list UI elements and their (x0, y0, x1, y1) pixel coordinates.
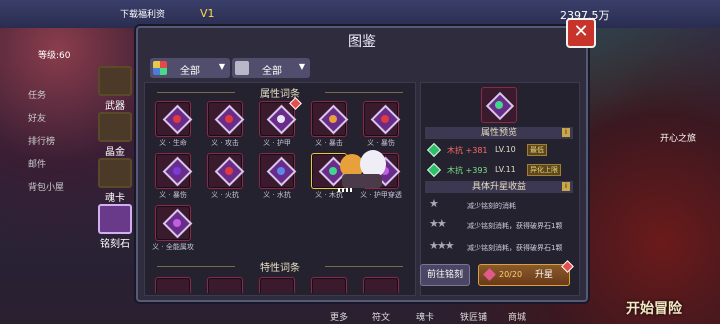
info-icon[interactable]: i (562, 128, 570, 137)
close-button[interactable]: ✕ (566, 18, 596, 48)
upgrade-count: 20/20 (499, 270, 523, 279)
attr-section-header: 属性词条 (145, 85, 415, 100)
inscription-icon (98, 204, 132, 234)
left-item-mail[interactable]: 邮件 (28, 157, 88, 180)
income-header: 具体升星收益 i (425, 181, 573, 193)
info-icon[interactable]: i (562, 182, 570, 191)
left-menu: 任务 好友 排行榜 邮件 背包小屋 (28, 88, 88, 203)
grid-color-icon (153, 61, 167, 75)
attr-item[interactable]: 义 · 护甲 (255, 97, 302, 151)
left-item-task[interactable]: 任务 (28, 88, 88, 111)
side-tab-card[interactable]: 魂卡 (98, 158, 132, 204)
filter-dropdown-2[interactable]: 全部 ▼ (232, 58, 310, 78)
trait-item[interactable] (307, 277, 351, 293)
preview-row: 木抗 +381 LV.10 最低 (426, 142, 573, 158)
left-item-house[interactable]: 背包小屋 (28, 180, 88, 203)
selected-entry-icon (481, 87, 517, 123)
trait-item[interactable] (151, 277, 195, 293)
preview-row: 木抗 +393 LV.11 异化上限 (426, 162, 573, 178)
attr-item-label: 义 · 护甲 (263, 139, 291, 147)
chevron-down-icon: ▼ (298, 62, 305, 71)
star-icon: ★★ (429, 217, 447, 230)
nav-card[interactable]: 魂卡 (416, 310, 434, 323)
star-row-2: ★★ 减少铭刻消耗，获得破界石1颗 (429, 217, 563, 230)
side-tab-gold[interactable]: 晶金 (98, 112, 132, 158)
left-item-rank[interactable]: 排行榜 (28, 134, 88, 157)
go-inscribe-button[interactable]: 前往铭刻 (420, 264, 470, 286)
nav-more[interactable]: 更多 (330, 310, 348, 323)
character-sprites (330, 142, 392, 198)
trait-item[interactable] (359, 277, 403, 293)
dialog-title: 图鉴 (348, 34, 376, 50)
start-adventure-button[interactable]: 开始冒险 (626, 298, 682, 318)
attr-item[interactable]: 义 · 全能属攻 (151, 205, 195, 255)
nav-rune[interactable]: 符文 (372, 310, 390, 323)
wardrobe-icon (235, 61, 249, 75)
player-level: 等级:60 (38, 51, 71, 61)
side-tab-weapon[interactable]: 武器 (98, 66, 132, 112)
side-tab-inscription[interactable]: 铭刻石 (98, 204, 132, 250)
wood-gem-icon (426, 162, 442, 178)
attr-item[interactable]: 义 · 水抗 (255, 153, 299, 203)
top-resource-bar: 下载福利资 V1 2397.5万 (0, 0, 720, 28)
chevron-down-icon: ▼ (218, 62, 225, 71)
upgrade-star-button[interactable]: 20/20 升星 (478, 260, 574, 286)
star-row-1: ★ 减少铭刻的消耗 (429, 197, 516, 210)
preview-header: 属性预览 i (425, 127, 573, 139)
card-icon (98, 158, 132, 188)
attr-item-label: 义 · 攻击 (211, 139, 239, 147)
weapon-icon (98, 66, 132, 96)
attr-item[interactable]: 义 · 火抗 (203, 153, 247, 203)
nav-shop[interactable]: 商城 (508, 310, 526, 323)
bottom-nav: 更多 符文 魂卡 铁匠铺 商城 (300, 308, 580, 324)
attr-item-label: 义 · 生命 (159, 139, 187, 147)
trait-section-header: 特性词条 (145, 259, 415, 274)
top-text-1: 下载福利资 (120, 10, 166, 20)
filter-dropdown-1[interactable]: 全部 ▼ (150, 58, 230, 78)
star-icon: ★★★ (429, 239, 455, 252)
attr-item[interactable]: 义 · 暴伤 (151, 153, 195, 203)
gem-cost-icon (483, 268, 496, 281)
wood-gem-icon (426, 142, 442, 158)
vip-level: V1 (200, 7, 215, 20)
attr-item-label: 义 · 水抗 (263, 191, 291, 199)
star-icon: ★ (429, 197, 439, 210)
trait-item[interactable] (203, 277, 247, 293)
attr-item-label: 义 · 火抗 (211, 191, 239, 199)
gold-icon (98, 112, 132, 142)
trait-item[interactable] (255, 277, 299, 293)
codex-dialog: 图鉴 全部 ▼ 全部 ▼ 属性词条 义 · 生命义 · 攻击义 · 护甲义 · … (136, 26, 588, 302)
nav-smith[interactable]: 铁匠铺 (460, 310, 487, 323)
attr-item-label: 义 · 暴伤 (159, 191, 187, 199)
attr-item[interactable]: 义 · 生命 (151, 101, 195, 151)
right-event-label[interactable]: 开心之旅 (660, 131, 696, 144)
star-row-3: ★★★ 减少铭刻消耗，获得破界石1颗 (429, 239, 563, 252)
attr-item[interactable]: 义 · 攻击 (203, 101, 247, 151)
attr-item-label: 义 · 全能属攻 (152, 243, 194, 251)
left-item-friend[interactable]: 好友 (28, 111, 88, 134)
